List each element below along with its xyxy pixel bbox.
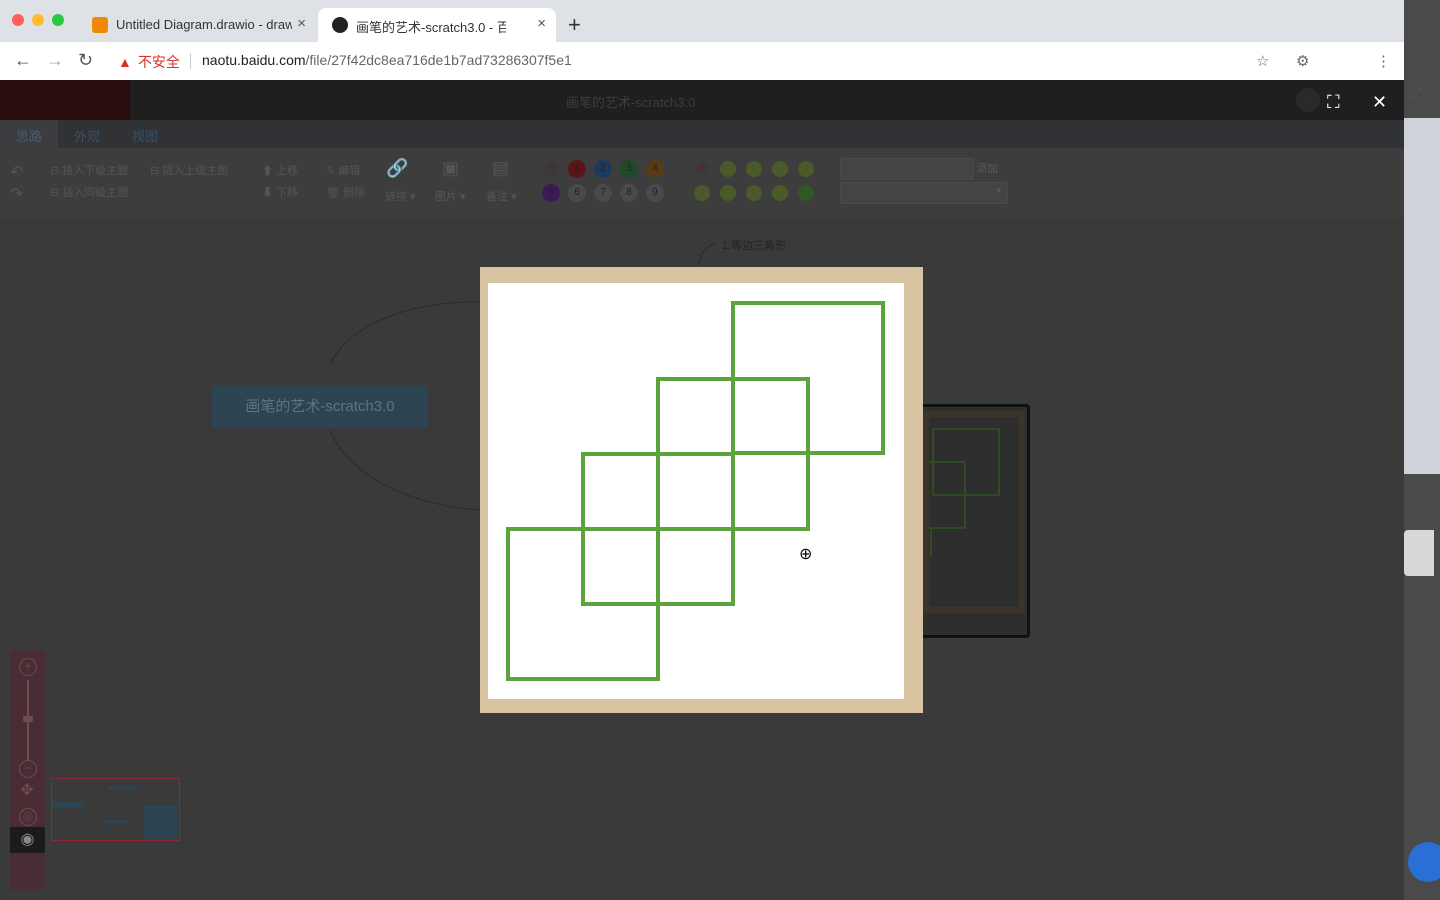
zoom-in-button[interactable]: + bbox=[19, 658, 37, 676]
forward-button[interactable]: → bbox=[46, 50, 64, 71]
thumbnail-frame bbox=[908, 411, 1025, 613]
tab-title: Untitled Diagram.drawio - draw bbox=[116, 17, 292, 32]
minimap[interactable] bbox=[48, 748, 182, 844]
tab-drawio[interactable]: Untitled Diagram.drawio - draw × bbox=[78, 8, 316, 42]
watermark: ——机器人工作室 bbox=[1025, 49, 1266, 79]
new-tab-button[interactable]: + bbox=[568, 12, 581, 38]
url-host: naotu.baidu.com bbox=[202, 52, 306, 68]
root-topic[interactable]: 画笔的艺术-scratch3.0 bbox=[212, 385, 428, 428]
naotu-icon bbox=[332, 17, 348, 33]
warning-icon: ▲ bbox=[118, 54, 132, 70]
expand-icon[interactable]: ⤢ bbox=[1410, 84, 1421, 101]
minimap-node bbox=[108, 786, 138, 789]
security-label: 不安全 bbox=[137, 54, 180, 70]
help-button[interactable] bbox=[1408, 842, 1440, 882]
tab-naotu[interactable]: 画笔的艺术-scratch3.0 - 百度脑 × bbox=[318, 8, 556, 42]
move-icon[interactable]: ✥ bbox=[19, 783, 35, 800]
magnifier-plus-icon: ⊕ bbox=[799, 546, 813, 563]
tab-strip: Untitled Diagram.drawio - draw × 画笔的艺术-s… bbox=[0, 0, 1404, 42]
zoom-panel: + − ✥ ◎ bbox=[10, 650, 45, 890]
url-path: /file/27f42dc8ea716de1b7ad73286307f5e1 bbox=[305, 52, 572, 68]
security-indicator[interactable]: ▲ 不安全 bbox=[118, 52, 180, 72]
pen-drawing bbox=[506, 301, 885, 681]
zoom-out-button[interactable]: − bbox=[19, 760, 37, 778]
drawio-icon bbox=[92, 17, 108, 33]
zoom-slider-handle[interactable] bbox=[23, 716, 33, 722]
background-image-thumbnail bbox=[908, 404, 1030, 638]
menu-button[interactable]: ⋮ bbox=[1376, 52, 1391, 70]
locate-root-icon[interactable]: ◎ bbox=[19, 808, 37, 826]
minimize-window-button[interactable] bbox=[32, 14, 44, 26]
divider bbox=[190, 53, 191, 69]
tab-close-icon[interactable]: × bbox=[537, 15, 546, 32]
fullscreen-button[interactable]: ⛶ bbox=[1327, 92, 1340, 113]
minimap-root bbox=[52, 802, 84, 808]
tab-title: 画笔的艺术-scratch3.0 - 百度脑 bbox=[356, 20, 506, 35]
close-viewer-button[interactable]: ✕ bbox=[1372, 92, 1387, 113]
side-panel-bg bbox=[1404, 118, 1440, 474]
side-panel-card bbox=[1404, 530, 1434, 576]
eye-icon[interactable]: ◉ bbox=[10, 827, 45, 853]
url-field[interactable]: naotu.baidu.com/file/27f42dc8ea716de1b7a… bbox=[202, 52, 572, 68]
close-window-button[interactable] bbox=[12, 14, 24, 26]
scratch-stage bbox=[488, 283, 904, 699]
reload-button[interactable]: ↻ bbox=[78, 50, 93, 71]
child-topic[interactable]: 1.等边三角形 bbox=[722, 237, 786, 253]
maximize-window-button[interactable] bbox=[52, 14, 64, 26]
minimap-node bbox=[104, 820, 126, 823]
right-side-panel: ⤢ bbox=[1404, 0, 1440, 900]
image-viewer bbox=[480, 267, 923, 713]
minimap-node bbox=[144, 806, 178, 840]
back-button[interactable]: ← bbox=[14, 50, 32, 71]
thumbnail-drawing bbox=[908, 428, 1000, 557]
extension-icon[interactable]: ⚙ bbox=[1296, 52, 1309, 70]
tab-close-icon[interactable]: × bbox=[297, 15, 306, 32]
